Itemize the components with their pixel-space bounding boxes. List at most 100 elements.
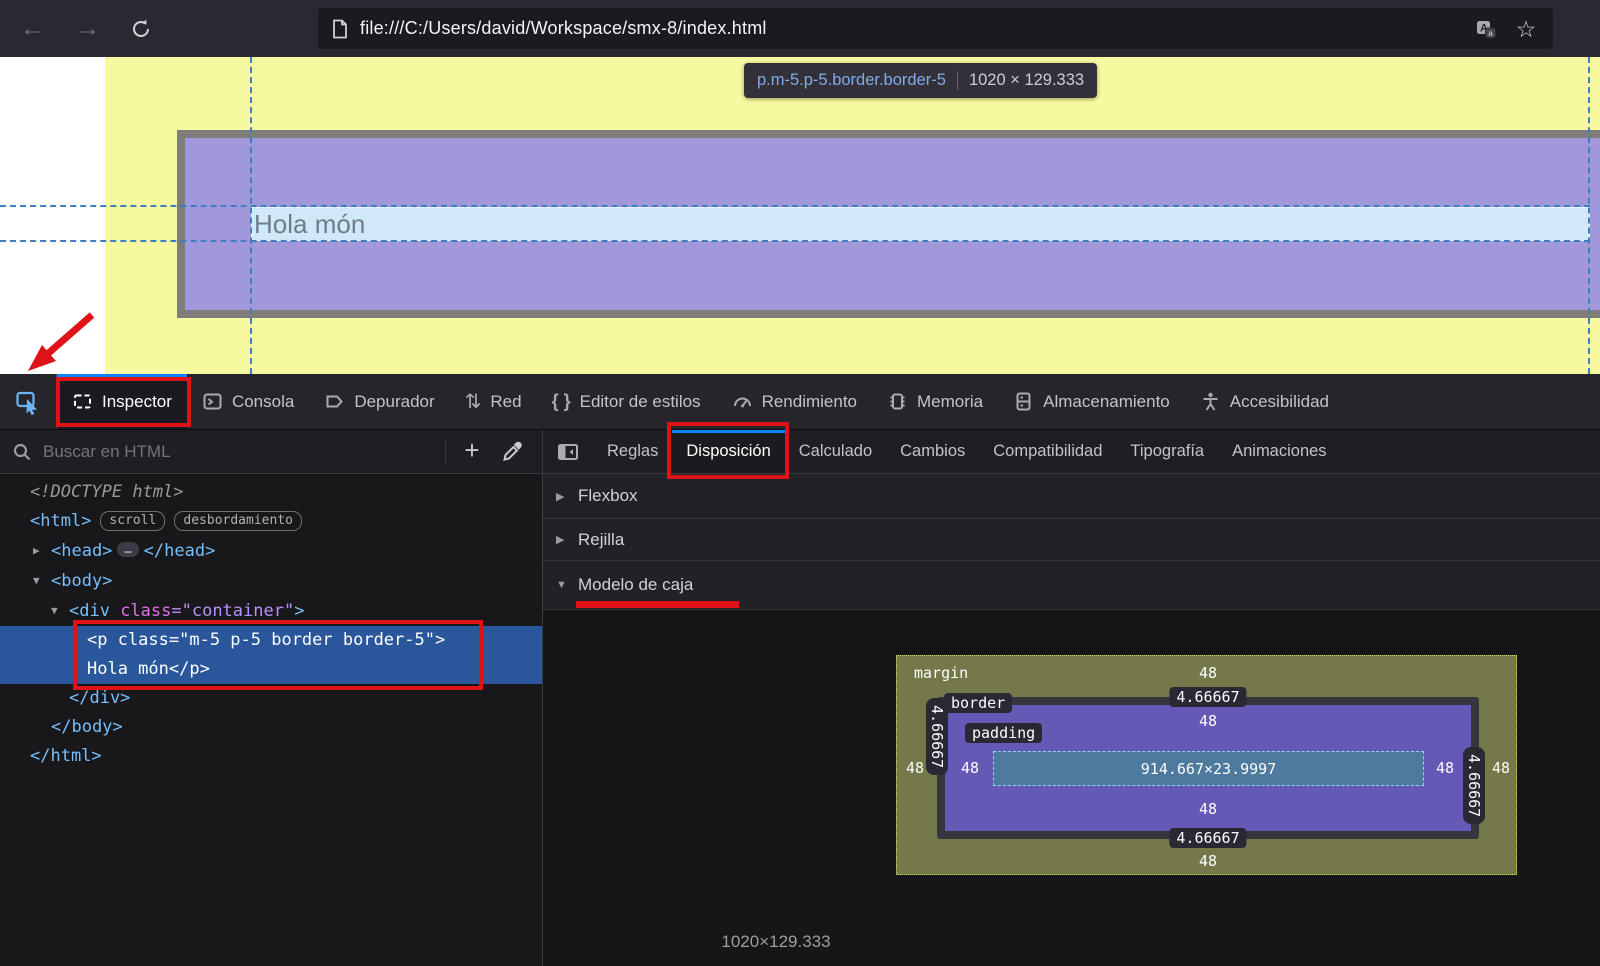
tree-node-div-container[interactable]: ▼<div class="container"> [0, 596, 542, 626]
tree-node-html-close[interactable]: </html> [0, 742, 542, 771]
sidebar-tab-layout[interactable]: Disposición [672, 430, 784, 473]
page-text: Hola món [254, 209, 365, 240]
url-bar[interactable]: file:///C:/Users/david/Workspace/smx-8/i… [318, 8, 1553, 49]
devtools-tab-style-editor[interactable]: { } Editor de estilos [537, 374, 716, 429]
padding-left-value[interactable]: 48 [961, 759, 979, 777]
border-right-value[interactable]: 4.66667 [1463, 747, 1485, 824]
layout-section-grid[interactable]: ▶ Rejilla [543, 519, 1600, 561]
margin-right-value[interactable]: 48 [1492, 759, 1510, 777]
boxmodel-content-region: 914.667×23.9997 [993, 751, 1424, 786]
border-region-label: border [944, 693, 1012, 713]
page-icon [331, 19, 349, 39]
boxmodel-area: margin 914.667×23.9997 border padding 48… [543, 610, 1600, 966]
collapse-arrow-icon[interactable]: ▼ [51, 596, 69, 625]
tab-label: Depurador [354, 392, 434, 412]
expand-arrow-icon[interactable]: ▶ [33, 536, 51, 565]
highlighter-guide-top [0, 205, 1590, 207]
margin-left-value[interactable]: 48 [906, 759, 924, 777]
devtools-tab-storage[interactable]: Almacenamiento [998, 374, 1185, 429]
collapsed-ellipsis-icon[interactable]: … [117, 542, 138, 557]
sidebar-tab-compatibility[interactable]: Compatibilidad [979, 430, 1116, 473]
sidebar-tab-computed[interactable]: Calculado [785, 430, 886, 473]
inspector-sidebar: Reglas Disposición Calculado Cambios Com… [543, 430, 1600, 966]
devtools-tab-performance[interactable]: Rendimiento [716, 374, 872, 429]
inspector-icon [72, 391, 93, 412]
network-icon: ⇅ [465, 389, 482, 414]
tab-label: Consola [232, 392, 294, 412]
content-size-value[interactable]: 914.667×23.9997 [1141, 760, 1276, 778]
margin-top-value[interactable]: 48 [1199, 664, 1217, 682]
devtools-body: + <!DOCTYPE html> <html>scrolldesbordami… [0, 430, 1600, 966]
expand-arrow-icon: ▶ [556, 490, 578, 503]
padding-region-label: padding [965, 723, 1042, 743]
forward-button[interactable]: → [71, 14, 105, 44]
markup-search-row: + [0, 430, 542, 474]
padding-bottom-value[interactable]: 48 [1199, 800, 1217, 818]
reload-icon [130, 18, 152, 40]
sidebar-tab-changes[interactable]: Cambios [886, 430, 979, 473]
tab-label: Accesibilidad [1230, 392, 1329, 412]
sidebar-tab-animations[interactable]: Animaciones [1218, 430, 1340, 473]
tab-label: Rendimiento [762, 392, 857, 412]
highlighter-guide-left [250, 57, 252, 374]
sidebar-toggle-button[interactable] [543, 430, 593, 473]
page-viewport: Hola món p.m-5.p-5.border.border-5 1020 … [0, 57, 1600, 374]
infobar-divider [957, 71, 958, 90]
padding-right-value[interactable]: 48 [1436, 759, 1454, 777]
storage-icon [1013, 391, 1034, 412]
firefox-window: ← → file:///C:/Users/david/Workspace/smx… [0, 0, 1600, 966]
tree-node-div-close[interactable]: </div> [0, 684, 542, 713]
inspector-markup-panel: + <!DOCTYPE html> <html>scrolldesbordami… [0, 430, 543, 966]
devtools-tab-accessibility[interactable]: Accesibilidad [1185, 374, 1344, 429]
accessibility-icon [1200, 391, 1221, 412]
devtools-tab-console[interactable]: Consola [187, 374, 309, 429]
eyedropper-button[interactable] [492, 430, 532, 473]
highlighter-guide-bottom [0, 240, 1590, 242]
back-icon: ← [20, 15, 44, 43]
performance-icon [731, 391, 753, 412]
border-top-value[interactable]: 4.66667 [1169, 687, 1246, 707]
devtools-tab-memory[interactable]: Memoria [872, 374, 998, 429]
tab-label: Memoria [917, 392, 983, 412]
sidebar-tab-fonts[interactable]: Tipografía [1116, 430, 1218, 473]
layout-section-flexbox[interactable]: ▶ Flexbox [543, 474, 1600, 519]
devtools-tab-network[interactable]: ⇅ Red [450, 374, 537, 429]
search-input[interactable] [41, 441, 439, 463]
element-size-readout: 1020×129.333 [710, 932, 842, 952]
reload-button[interactable] [124, 14, 158, 44]
tree-node-body-close[interactable]: </body> [0, 713, 542, 742]
tree-node-body[interactable]: ▼<body> [0, 566, 542, 596]
border-bottom-value[interactable]: 4.66667 [1169, 828, 1246, 848]
padding-top-value[interactable]: 48 [1199, 712, 1217, 730]
boxmodel-diagram: margin 914.667×23.9997 border padding 48… [896, 655, 1517, 875]
sidebar-toggle-icon [557, 442, 579, 462]
tree-node-html[interactable]: <html>scrolldesbordamiento [0, 507, 542, 536]
tree-node-doctype[interactable]: <!DOCTYPE html> [0, 478, 542, 507]
devtools-tab-debugger[interactable]: Depurador [309, 374, 449, 429]
add-node-button[interactable]: + [452, 430, 492, 473]
translate-button[interactable]: A a [1471, 16, 1501, 42]
annotation-arrow [22, 309, 102, 374]
devtools-tab-inspector[interactable]: Inspector [57, 374, 187, 429]
collapse-arrow-icon[interactable]: ▼ [33, 566, 51, 595]
margin-bottom-value[interactable]: 48 [1199, 852, 1217, 870]
html-tree: <!DOCTYPE html> <html>scrolldesbordamien… [0, 474, 542, 966]
element-picker-button[interactable] [0, 374, 57, 429]
bookmark-button[interactable]: ☆ [1511, 16, 1541, 42]
search-divider [445, 439, 446, 465]
badge-overflow[interactable]: desbordamiento [174, 511, 302, 531]
tree-node-head[interactable]: ▶<head>…</head> [0, 536, 542, 566]
devtools-panel: Inspector Consola Depurador ⇅ Red [0, 374, 1600, 966]
eyedropper-icon [501, 441, 523, 463]
layout-section-boxmodel[interactable]: ▼ Modelo de caja [543, 561, 1600, 610]
sidebar-tab-rules[interactable]: Reglas [593, 430, 672, 473]
margin-region-label: margin [914, 664, 968, 682]
console-icon [202, 391, 223, 412]
badge-scroll[interactable]: scroll [100, 511, 165, 531]
tree-node-p-selected[interactable]: <p class="m-5 p-5 border border-5"> Hola… [0, 626, 542, 684]
back-button[interactable]: ← [15, 14, 49, 44]
collapse-arrow-icon: ▼ [556, 579, 578, 591]
highlighter-guide-right [1588, 57, 1590, 374]
infobar-selector: p.m-5.p-5.border.border-5 [757, 71, 946, 90]
border-left-value[interactable]: 4.66667 [926, 698, 948, 775]
